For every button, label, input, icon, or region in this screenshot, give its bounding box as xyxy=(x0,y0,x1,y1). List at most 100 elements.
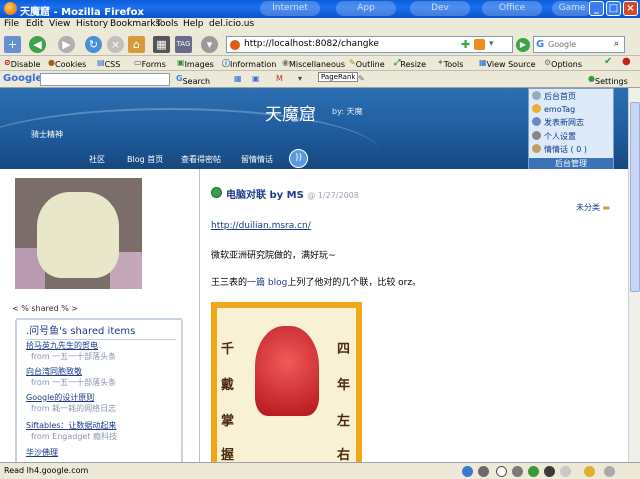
admin-settings[interactable]: 个人设置 xyxy=(532,131,576,142)
shared-item-title[interactable]: 向台湾同胞致敬 xyxy=(26,366,82,377)
dev-css[interactable]: ▤ CSS xyxy=(97,58,120,69)
minimize-button[interactable]: _ xyxy=(589,1,604,16)
nav-secret-posts[interactable]: 查看得密帖 xyxy=(181,154,221,165)
site-title[interactable]: 天魔窟 xyxy=(265,100,316,125)
close-button[interactable]: × xyxy=(623,1,638,16)
back-button[interactable]: ◀ xyxy=(29,36,46,53)
dev-cookies[interactable]: ● Cookies xyxy=(48,58,86,69)
admin-home[interactable]: 后台首页 xyxy=(532,91,576,102)
shared-item-source[interactable]: from 耗一耗的网络日志 xyxy=(31,403,116,414)
go-button[interactable]: ▶ xyxy=(516,38,530,52)
status-icon-7[interactable] xyxy=(584,466,595,477)
menu-history[interactable]: History xyxy=(76,19,108,29)
url-dropdown-icon[interactable]: ▾ xyxy=(489,39,494,49)
shared-item-title[interactable]: 华沙佛理 xyxy=(26,447,58,458)
status-bar: Read lh4.google.com xyxy=(0,462,640,479)
blog-link[interactable]: 一篇 blog xyxy=(247,278,287,288)
toolbar-icon-2[interactable]: ▣ xyxy=(252,74,260,83)
shared-items-title[interactable]: .问号鱼's shared items xyxy=(26,322,176,340)
dev-disable[interactable]: ⊘ Disable xyxy=(4,58,40,69)
pencil-icon[interactable]: ✎ xyxy=(358,74,365,83)
dev-tools[interactable]: ✦ Tools xyxy=(437,58,463,69)
gmail-icon[interactable]: M xyxy=(276,74,283,83)
status-icon-6[interactable] xyxy=(560,466,571,477)
menu-edit[interactable]: Edit xyxy=(26,19,43,29)
reload-button[interactable]: ↻ xyxy=(85,36,102,53)
dev-view-source[interactable]: ▦ View Source xyxy=(479,58,536,69)
site-favicon-icon xyxy=(230,40,240,50)
admin-footer[interactable]: 后台管理 xyxy=(529,158,613,169)
post-link[interactable]: http://duilian.msra.cn/ xyxy=(211,221,311,231)
bg-tab-dev[interactable]: Dev xyxy=(410,1,470,16)
menu-delicious[interactable]: del.icio.us xyxy=(209,19,254,29)
url-bar[interactable]: http://localhost:8082/changke ✚ ▾ xyxy=(226,36,513,53)
toolbar-icon-1[interactable]: ▦ xyxy=(234,74,242,83)
bg-tab-game[interactable]: Game xyxy=(552,1,592,16)
status-icon-5[interactable] xyxy=(544,466,555,477)
google-toolbar-input[interactable] xyxy=(40,73,170,86)
toolbar-icon-3[interactable]: ▾ xyxy=(298,74,302,83)
dev-resize[interactable]: ⤢ Resize xyxy=(394,58,426,69)
menu-file[interactable]: File xyxy=(4,19,19,29)
tools-icon: ✦ xyxy=(437,58,444,67)
menu-tools[interactable]: Tools xyxy=(156,19,178,29)
page-icon[interactable]: ▦ xyxy=(153,36,170,53)
scrollbar-thumb[interactable] xyxy=(630,102,640,292)
status-icon-4[interactable] xyxy=(528,466,539,477)
status-icon-2[interactable] xyxy=(478,466,489,477)
post-title[interactable]: 电脑对联 by MS @ 1/27/2008 xyxy=(226,186,359,201)
dev-miscellaneous[interactable]: ◉ Miscellaneous xyxy=(282,58,345,69)
nav-community[interactable]: 社区 xyxy=(89,154,105,165)
shared-item-title[interactable]: Google的设计原则 xyxy=(26,392,94,403)
sidebar-photo[interactable] xyxy=(15,178,142,289)
stop-button[interactable]: × xyxy=(107,36,124,53)
shared-item-source[interactable]: from 一五一十部落头条 xyxy=(31,377,116,388)
tag-icon[interactable]: TAG xyxy=(175,36,192,53)
admin-emotag[interactable]: emoTag xyxy=(532,104,575,114)
post-category[interactable]: 未分类 ▬ xyxy=(576,202,610,213)
menu-view[interactable]: View xyxy=(49,19,70,29)
bg-tab-app[interactable]: App xyxy=(336,1,396,16)
bookmarks-dropdown-icon[interactable]: ▾ xyxy=(201,36,218,53)
shared-item-title[interactable]: Siftables：让数据动起来 xyxy=(26,420,116,431)
couplet-image[interactable]: 千 戴 掌 握 四 年 左 右 xyxy=(211,302,362,462)
shared-item-source[interactable]: from Engadget 瘾科技 xyxy=(31,431,117,442)
status-icon-8[interactable] xyxy=(604,466,615,477)
error-icon[interactable]: ● xyxy=(622,56,631,67)
menu-help[interactable]: Help xyxy=(183,19,204,29)
vertical-scrollbar[interactable] xyxy=(628,88,640,462)
bg-tab-office[interactable]: Office xyxy=(482,1,542,16)
status-icon-3[interactable] xyxy=(512,466,523,477)
rss-feed-icon[interactable] xyxy=(474,39,485,50)
rss-icon[interactable]: )) xyxy=(289,149,308,168)
maximize-button[interactable]: □ xyxy=(606,1,621,16)
admin-messages[interactable]: 情情话 ( 0 ) xyxy=(532,144,587,155)
dev-options[interactable]: ⚙ Options xyxy=(544,58,582,69)
shared-item-title[interactable]: 拾马英九先生的贺电 xyxy=(26,340,98,351)
nav-messages[interactable]: 留情情话 xyxy=(241,154,273,165)
url-text[interactable]: http://localhost:8082/changke xyxy=(244,39,379,49)
forward-button[interactable]: ▶ xyxy=(58,36,75,53)
nav-blog-home[interactable]: Blog 首页 xyxy=(127,154,163,165)
couplet-char-left: 掌 xyxy=(221,414,235,429)
settings-button[interactable]: ● Settings xyxy=(588,74,628,86)
add-icon[interactable]: ✚ xyxy=(461,38,470,51)
admin-new-post[interactable]: 发表新网志 xyxy=(532,117,584,128)
check-icon[interactable]: ✔ xyxy=(604,56,612,67)
menu-bookmarks[interactable]: Bookmarks xyxy=(110,19,160,29)
dev-information[interactable]: ⓘ Information xyxy=(222,58,276,69)
search-box[interactable]: G ⌕ xyxy=(533,36,625,53)
search-input[interactable] xyxy=(548,38,612,51)
dev-forms[interactable]: ▭ Forms xyxy=(134,58,166,69)
dev-outline[interactable]: ✎ Outline xyxy=(349,58,385,69)
home-button[interactable]: ⌂ xyxy=(128,36,145,53)
google-search-button[interactable]: G Search xyxy=(176,74,210,86)
dev-images[interactable]: ▣ Images xyxy=(177,58,214,69)
new-tab-icon[interactable]: + xyxy=(4,36,21,53)
bg-tab-internet[interactable]: Internet xyxy=(260,1,320,16)
status-icon-1[interactable] xyxy=(462,466,473,477)
shared-item-source[interactable]: from 一五一十部落头条 xyxy=(31,351,116,362)
pagerank-meter[interactable]: PageRank xyxy=(318,72,359,82)
status-icon-n[interactable] xyxy=(496,466,507,477)
search-glass-icon[interactable]: ⌕ xyxy=(614,39,619,49)
